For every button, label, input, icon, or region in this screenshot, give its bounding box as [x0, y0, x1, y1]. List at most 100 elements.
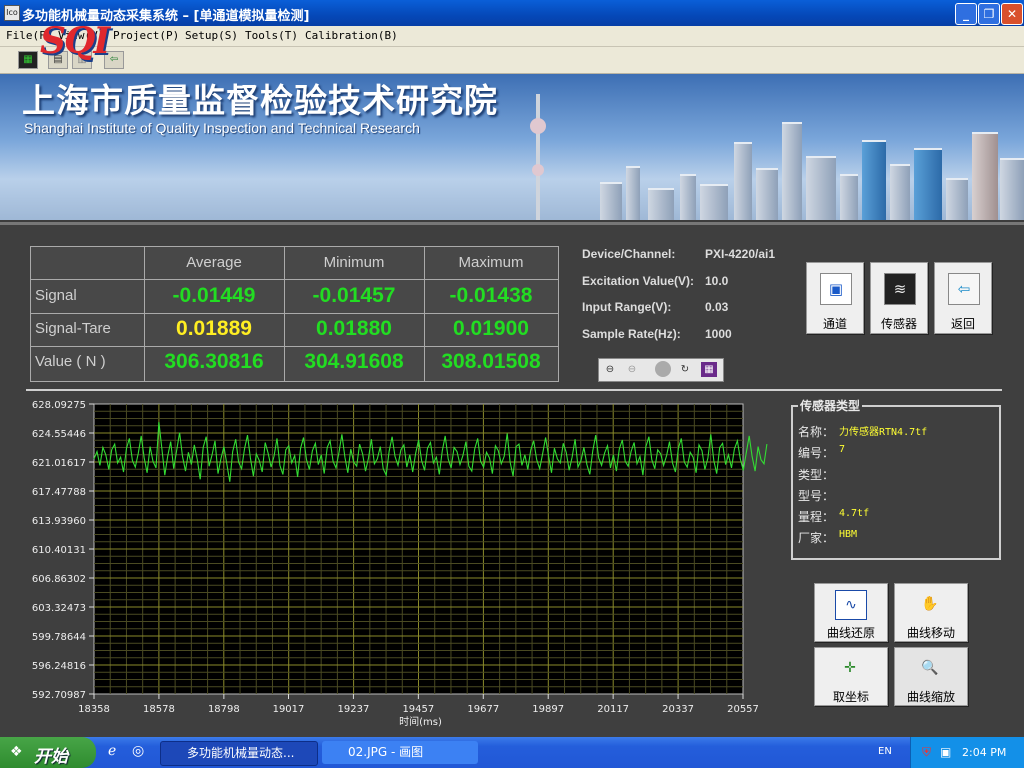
- y-tick-label: 603.32473: [32, 603, 86, 614]
- channel-button[interactable]: ▣ 通道: [806, 262, 864, 334]
- x-tick-label: 19017: [273, 704, 305, 715]
- column-header-maximum: Maximum: [458, 254, 524, 271]
- device-channel-label: Device/Channel:: [582, 247, 676, 261]
- y-tick-label: 606.86302: [32, 574, 86, 585]
- sensor-maker-label: 厂家：: [798, 531, 835, 545]
- taskbar: [0, 737, 1024, 768]
- sample-rate-value: 1000: [705, 327, 732, 341]
- magnifier-icon: 🔍: [921, 660, 939, 676]
- menu-setup[interactable]: Setup(S): [185, 29, 238, 42]
- x-tick-label: 19457: [402, 704, 434, 715]
- signal-average: -0.01449: [172, 284, 256, 307]
- y-tick-label: 592.70987: [32, 690, 86, 701]
- sensor-name-value: 力传感器RTN4.7tf: [839, 427, 928, 438]
- curve-zoom-label: 曲线缩放: [906, 690, 955, 704]
- curve-restore-button[interactable]: ∿ 曲线还原: [814, 583, 888, 642]
- input-range-label: Input Range(V):: [582, 300, 672, 314]
- x-tick-label: 19677: [467, 704, 499, 715]
- start-acquire-icon[interactable]: ⊖: [602, 362, 618, 377]
- task-main-app[interactable]: 多功能机械量动态...: [160, 741, 318, 766]
- media-icon[interactable]: ◎: [132, 743, 150, 761]
- security-shield-icon[interactable]: ⛨: [922, 745, 936, 759]
- sensor-name-label: 名称：: [798, 425, 835, 439]
- y-tick-label: 596.24816: [32, 661, 86, 672]
- excitation-label: Excitation Value(V):: [582, 274, 695, 288]
- y-tick-label: 624.55446: [32, 429, 86, 440]
- menu-calibration[interactable]: Calibration(B): [305, 29, 398, 42]
- value-maximum: 308.01508: [441, 350, 541, 373]
- menu-project[interactable]: Project(P): [113, 29, 179, 42]
- channel-button-label: 通道: [822, 317, 847, 331]
- stop-acquire-icon[interactable]: ⊖: [624, 362, 640, 377]
- curve-move-label: 曲线移动: [906, 626, 955, 640]
- channel-icon: ▣: [820, 273, 852, 305]
- curve-move-button[interactable]: ✋ 曲线移动: [894, 583, 968, 642]
- x-tick-label: 19237: [338, 704, 370, 715]
- get-coordinate-button[interactable]: ✛ 取坐标: [814, 647, 888, 706]
- sensor-button[interactable]: ≋ 传感器: [870, 262, 928, 334]
- sensor-number-value: 7: [839, 444, 846, 455]
- signal-minimum: -0.01457: [312, 284, 396, 307]
- task-main-app-label: 多功能机械量动态...: [187, 746, 295, 760]
- y-tick-label: 613.93960: [32, 516, 86, 527]
- signal-maximum: -0.01438: [449, 284, 533, 307]
- curve-restore-icon: ∿: [835, 590, 867, 620]
- get-coordinate-label: 取坐标: [832, 690, 869, 704]
- task-paint[interactable]: 02.JPG - 画图: [322, 741, 478, 764]
- network-icon[interactable]: ▣: [940, 745, 954, 759]
- refresh-icon[interactable]: ↻: [677, 362, 693, 377]
- y-tick-label: 621.01617: [32, 458, 86, 469]
- signal-tare-average: 0.01889: [176, 317, 252, 340]
- menu-tools[interactable]: Tools(T): [245, 29, 298, 42]
- column-header-minimum: Minimum: [323, 254, 385, 271]
- toolbar: [0, 47, 1024, 74]
- institute-name-en: Shanghai Institute of Quality Inspection…: [24, 120, 420, 136]
- value-average: 306.30816: [164, 350, 264, 373]
- measurement-table: Average Minimum Maximum Signal -0.01449 …: [30, 246, 559, 382]
- value-minimum: 304.91608: [304, 350, 404, 373]
- institute-logo: SQI: [40, 20, 110, 62]
- task-paint-label: 02.JPG - 画图: [348, 745, 424, 759]
- hand-icon: ✋: [921, 596, 939, 612]
- row-label-value: Value ( N ): [35, 353, 106, 370]
- acquisition-toolbar: ⊖ ⊖ ↻ ▦: [598, 358, 724, 382]
- close-button[interactable]: ✕: [1001, 3, 1023, 25]
- back-button[interactable]: ⇦ 返回: [934, 262, 992, 334]
- input-range-value: 0.03: [705, 300, 729, 314]
- curve-restore-label: 曲线还原: [826, 626, 875, 640]
- sensor-class-label: 类型：: [798, 468, 835, 482]
- x-tick-label: 19897: [532, 704, 564, 715]
- row-label-signal-tare: Signal-Tare: [35, 320, 111, 337]
- exit-door-icon: ⇦: [948, 273, 980, 305]
- column-header-average: Average: [186, 254, 242, 271]
- x-tick-label: 20557: [727, 704, 759, 715]
- sensor-range-label: 量程：: [798, 510, 835, 524]
- y-tick-label: 599.78644: [32, 632, 86, 643]
- crosshair-icon: ✛: [844, 660, 856, 676]
- sensor-group-title: 传感器类型: [798, 397, 863, 414]
- sensor-maker-value: HBM: [839, 529, 858, 540]
- x-tick-label: 20337: [662, 704, 694, 715]
- x-tick-label: 18578: [143, 704, 175, 715]
- start-label: 开始: [34, 747, 68, 767]
- device-channel-value: PXI-4220/ai1: [705, 247, 776, 261]
- curve-zoom-button[interactable]: 🔍 曲线缩放: [894, 647, 968, 706]
- grid-icon[interactable]: ▦: [701, 362, 717, 377]
- sample-rate-label: Sample Rate(Hz):: [582, 327, 681, 341]
- monitor-icon[interactable]: ▦: [18, 51, 38, 69]
- waveform-chart[interactable]: 628.09275 624.55446 621.01617 617.47788 613.…: [0, 394, 790, 734]
- back-button-label: 返回: [950, 317, 975, 331]
- restore-button[interactable]: ❐: [978, 3, 1000, 25]
- app-icon: Ico: [4, 5, 20, 21]
- row-label-signal: Signal: [35, 287, 77, 304]
- ie-icon[interactable]: ℯ: [108, 743, 126, 761]
- language-indicator[interactable]: EN: [878, 746, 892, 757]
- signal-tare-maximum: 0.01900: [453, 317, 529, 340]
- x-tick-label: 18798: [208, 704, 240, 715]
- signal-tare-minimum: 0.01880: [316, 317, 392, 340]
- minimize-button[interactable]: _: [955, 3, 977, 25]
- x-tick-label: 20117: [597, 704, 629, 715]
- windows-logo-icon: ❖: [10, 744, 23, 760]
- clock: 2:04 PM: [962, 746, 1007, 759]
- record-icon[interactable]: [655, 361, 671, 377]
